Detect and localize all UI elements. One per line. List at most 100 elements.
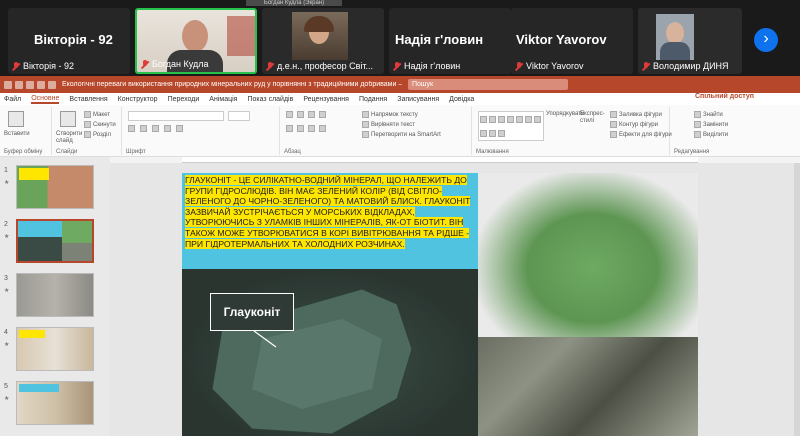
shape-icon[interactable] (480, 115, 487, 123)
paste-button[interactable]: Вставити (4, 131, 30, 137)
participant-tile[interactable]: Вікторія - 92 Вікторія - 92 (8, 8, 130, 74)
editing-group: Знайти Замінити Виділити Редагування (672, 107, 736, 155)
tab-slide-show[interactable]: Показ слайдів (247, 96, 293, 103)
tab-transitions[interactable]: Переходи (168, 96, 200, 103)
bold-icon[interactable] (128, 125, 135, 132)
text-direction-label: Напрямок тексту (371, 111, 418, 118)
shape-icon[interactable] (525, 115, 532, 123)
participant-tile[interactable]: Viktor Yavorov Viktor Yavorov (511, 8, 633, 74)
smartart-label: Перетворити на SmartArt (371, 131, 441, 138)
underline-icon[interactable] (152, 125, 159, 132)
chevron-right-icon[interactable]: › (754, 28, 778, 52)
italic-icon[interactable] (140, 125, 147, 132)
participant-tile[interactable]: д.е.н., професор Світ... (262, 8, 384, 74)
shapes-gallery[interactable] (478, 111, 544, 141)
text-direction-button[interactable]: Напрямок тексту (362, 111, 418, 118)
tab-help[interactable]: Довідка (449, 96, 474, 103)
screen-share-label: Богдан Кудла (Экран) (246, 0, 342, 6)
font-format-buttons (128, 125, 183, 132)
indent-icon[interactable] (308, 111, 315, 118)
shape-icon[interactable] (489, 115, 496, 123)
smartart-button[interactable]: Перетворити на SmartArt (362, 131, 441, 138)
tab-review[interactable]: Рецензування (303, 96, 349, 103)
justify-icon[interactable] (319, 125, 326, 132)
align-left-icon[interactable] (286, 125, 293, 132)
share-button[interactable]: Спільний доступ (695, 93, 754, 100)
align-right-icon[interactable] (308, 125, 315, 132)
mic-muted-icon (515, 61, 523, 71)
shape-icon[interactable] (480, 129, 487, 137)
thumbnail-image (62, 221, 92, 243)
find-icon (694, 111, 701, 118)
slide-text-box[interactable]: Глауконіт - це силікатно-водний мінерал,… (182, 173, 478, 269)
bullets-icon[interactable] (286, 111, 293, 118)
arrange-button[interactable]: Упорядкувати (546, 111, 584, 118)
participant-name: д.е.н., професор Світ... (277, 61, 374, 71)
vertical-scrollbar[interactable] (794, 163, 800, 436)
glauconite-callout: Глауконіт (210, 293, 294, 331)
select-icon (694, 131, 701, 138)
shape-icon[interactable] (498, 115, 505, 123)
tab-design[interactable]: Конструктор (118, 96, 158, 103)
quick-styles-button[interactable]: Експрес-стилі (580, 111, 610, 125)
save-icon[interactable] (15, 80, 23, 89)
font-size-select[interactable] (228, 111, 250, 121)
new-slide-icon[interactable] (60, 111, 76, 127)
slide-number: 3 (4, 275, 8, 282)
font-color-icon[interactable] (176, 125, 183, 132)
shape-effects-button[interactable]: Ефекти для фігури (610, 131, 672, 138)
outdent-icon[interactable] (319, 111, 326, 118)
slide-thumbnails-pane: 1 ★ 2 ★ 3 ★ 4 ★ 5 ★ (0, 157, 110, 436)
crystal-image (478, 337, 698, 436)
layout-button[interactable]: Макет (84, 111, 110, 118)
participant-tile-active[interactable]: Богдан Кудла (135, 8, 257, 74)
font-name-select[interactable] (128, 111, 224, 121)
tab-record[interactable]: Записування (397, 96, 439, 103)
tab-home[interactable]: Основне (31, 95, 60, 104)
slide-thumbnail-selected[interactable] (16, 219, 94, 263)
find-button[interactable]: Знайти (694, 111, 723, 118)
present-icon[interactable] (48, 80, 56, 89)
new-slide-button[interactable]: Створити слайд (56, 131, 84, 145)
shape-fill-button[interactable]: Заливка фігури (610, 111, 662, 118)
paste-icon[interactable] (8, 111, 24, 127)
shape-icon[interactable] (489, 129, 496, 137)
align-center-icon[interactable] (297, 125, 304, 132)
undo-icon[interactable] (26, 80, 34, 89)
shape-icon[interactable] (507, 115, 514, 123)
paragraph-group-label: Абзац (284, 149, 301, 155)
slide-thumbnail[interactable] (16, 381, 94, 425)
tab-file[interactable]: Файл (4, 96, 21, 103)
slide-thumbnail[interactable] (16, 273, 94, 317)
thumbnail-text-block (18, 221, 62, 237)
slide-number: 1 (4, 167, 8, 174)
reset-icon (84, 121, 91, 128)
strikethrough-icon[interactable] (164, 125, 171, 132)
select-button[interactable]: Виділити (694, 131, 728, 138)
autosave-icon[interactable] (4, 80, 12, 89)
shape-icon[interactable] (516, 115, 523, 123)
section-button[interactable]: Розділ (84, 131, 111, 138)
align-text-button[interactable]: Вирівняти текст (362, 121, 415, 128)
numbering-icon[interactable] (297, 111, 304, 118)
thumbnail-image (18, 237, 62, 261)
redo-icon[interactable] (37, 80, 45, 89)
slide-thumbnail[interactable] (16, 327, 94, 371)
shape-icon[interactable] (498, 129, 505, 137)
select-label: Виділити (703, 131, 729, 138)
tab-insert[interactable]: Вставлення (69, 96, 107, 103)
current-slide[interactable]: Глауконіт - це силікатно-водний мінерал,… (182, 173, 698, 436)
participant-tile[interactable]: Надія г'ловин Надія г'ловин (389, 8, 511, 74)
shape-icon[interactable] (534, 115, 541, 123)
tab-view[interactable]: Подання (359, 96, 387, 103)
search-input[interactable]: Пошук (408, 79, 568, 90)
tab-animations[interactable]: Анімація (209, 96, 237, 103)
shape-outline-button[interactable]: Контур фігури (610, 121, 658, 128)
quick-access-toolbar[interactable] (4, 80, 56, 89)
effects-icon (610, 131, 617, 138)
mic-muted-icon (12, 61, 20, 71)
reset-button[interactable]: Скинути (84, 121, 116, 128)
participant-tile[interactable]: Володимир ДИНЯ (638, 8, 742, 74)
slide-thumbnail[interactable] (16, 165, 94, 209)
replace-button[interactable]: Замінити (694, 121, 728, 128)
